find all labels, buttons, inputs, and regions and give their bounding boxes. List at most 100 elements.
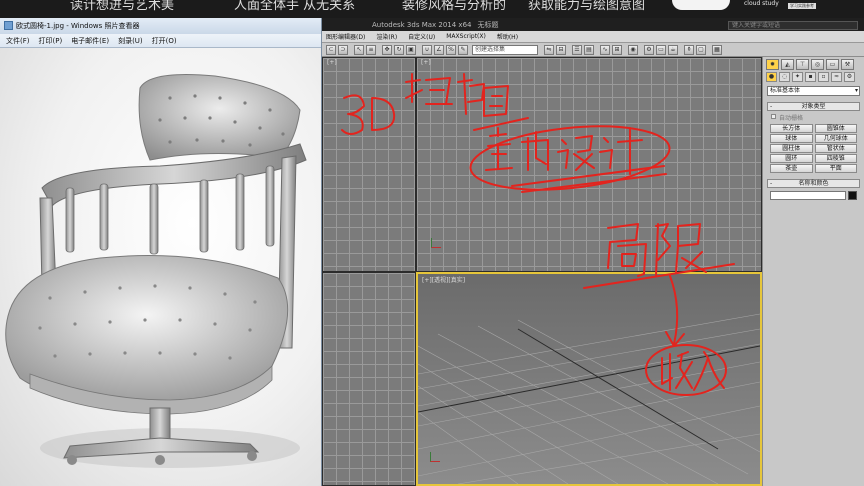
- object-type-header[interactable]: - 对象类型: [767, 102, 860, 111]
- object-type-rollout: - 对象类型 自动栅格 长方体 圆锥体 球体 几何球体 圆柱体 管状体 圆环 四…: [767, 102, 860, 173]
- unlink-icon[interactable]: ⊃: [338, 45, 348, 55]
- scene-explorer-icon[interactable]: ▦: [712, 45, 722, 55]
- viewport-perspective[interactable]: [+][透视][真实]: [416, 272, 762, 486]
- banner-text-2: 人面全体手 从无关系: [234, 0, 356, 13]
- schematic-view-icon[interactable]: ⊞: [612, 45, 622, 55]
- brand-logo: [672, 0, 730, 10]
- select-icon[interactable]: ↖: [354, 45, 364, 55]
- brand-name: cloud study: [744, 0, 779, 7]
- render-setup-icon[interactable]: ⚙: [644, 45, 654, 55]
- max-file-name: 无标题: [477, 20, 499, 29]
- systems-icon[interactable]: ⚙: [844, 72, 855, 82]
- object-color-swatch[interactable]: [848, 191, 857, 200]
- chair-render-image: [5, 74, 307, 468]
- viewport-top[interactable]: [+]: [322, 57, 416, 272]
- viewport-left[interactable]: [322, 272, 416, 486]
- rotate-icon[interactable]: ↻: [394, 45, 404, 55]
- cone-button[interactable]: 圆锥体: [814, 124, 857, 133]
- display-tab-icon[interactable]: ▭: [826, 59, 839, 70]
- angle-snap-icon[interactable]: ∠: [434, 45, 444, 55]
- category-dropdown[interactable]: 标准基本体 ▾: [767, 86, 860, 96]
- autogrid-checkbox[interactable]: 自动栅格: [767, 111, 860, 124]
- geosphere-button[interactable]: 几何球体: [814, 134, 857, 143]
- modify-tab-icon[interactable]: ◭: [781, 59, 794, 70]
- edit-named-sets-icon[interactable]: ✎: [458, 45, 468, 55]
- spacewarps-icon[interactable]: ≈: [831, 72, 842, 82]
- material-editor-icon[interactable]: ◉: [628, 45, 638, 55]
- menu-print[interactable]: 打印(P): [39, 36, 63, 46]
- cylinder-button[interactable]: 圆柱体: [770, 144, 813, 153]
- viewport-front-label[interactable]: [+]: [421, 59, 431, 66]
- curve-editor-icon[interactable]: ∿: [600, 45, 610, 55]
- create-tab-icon[interactable]: ✹: [766, 59, 779, 70]
- menu-email[interactable]: 电子邮件(E): [71, 36, 109, 46]
- max-search-input[interactable]: 键入关键字或短语: [728, 21, 858, 30]
- snap-icon[interactable]: ∪: [422, 45, 432, 55]
- chair-photo: [0, 48, 321, 486]
- menu-graph-editors[interactable]: 图形编辑器(D): [326, 32, 365, 41]
- hierarchy-tab-icon[interactable]: ⊤: [796, 59, 809, 70]
- layer-icon[interactable]: ☰: [572, 45, 582, 55]
- menu-rendering[interactable]: 渲染(R): [376, 32, 397, 41]
- axis-tripod-persp-icon: [430, 452, 440, 462]
- pyramid-button[interactable]: 四棱锥: [814, 154, 857, 163]
- menu-file[interactable]: 文件(F): [6, 36, 30, 46]
- render-frame-icon[interactable]: ▭: [656, 45, 666, 55]
- autogrid-label: 自动栅格: [779, 115, 804, 122]
- banner-text-1: 读计想进与艺术美: [70, 0, 175, 13]
- name-color-header[interactable]: - 名称和颜色: [767, 179, 860, 188]
- menu-help[interactable]: 帮助(H): [497, 32, 518, 41]
- percent-snap-icon[interactable]: %: [446, 45, 456, 55]
- shapes-icon[interactable]: ◌: [779, 72, 790, 82]
- max-titlebar[interactable]: Autodesk 3ds Max 2014 x64 无标题 键入关键字或短语: [322, 18, 864, 31]
- viewport-area: [+] [+] [+][透视][真实]: [322, 57, 762, 486]
- graphite-icon[interactable]: ▤: [584, 45, 594, 55]
- render-icon[interactable]: ☕: [668, 45, 678, 55]
- axis-tripod-icon: [431, 238, 441, 248]
- utilities-tab-icon[interactable]: ⚒: [841, 59, 854, 70]
- helpers-icon[interactable]: ▫: [818, 72, 829, 82]
- banner-text-4: 获取能力与绘图意图: [528, 0, 646, 13]
- teapot-button[interactable]: 茶壶: [770, 164, 813, 173]
- viewport-top-label[interactable]: [+]: [327, 59, 337, 66]
- teapot-icon[interactable]: ⚱: [684, 45, 694, 55]
- collapse-icon: -: [770, 180, 773, 187]
- lights-icon[interactable]: ✦: [792, 72, 803, 82]
- mirror-icon[interactable]: ⇋: [544, 45, 554, 55]
- sphere-button[interactable]: 球体: [770, 134, 813, 143]
- autogrid-checkbox-box[interactable]: [771, 114, 776, 119]
- plane-button[interactable]: 平面: [814, 164, 857, 173]
- menu-maxscript[interactable]: MAXScript(X): [446, 33, 486, 40]
- selection-set-dropdown[interactable]: 创建选择集: [472, 45, 538, 55]
- move-icon[interactable]: ✥: [382, 45, 392, 55]
- cameras-icon[interactable]: ▪: [805, 72, 816, 82]
- select-by-name-icon[interactable]: ≡: [366, 45, 376, 55]
- banner-text-3: 装修风格与分析的: [402, 0, 507, 13]
- viewport-perspective-label[interactable]: [+][透视][真实]: [422, 275, 465, 284]
- brand-subtitle: 学习实践参考: [788, 3, 816, 9]
- collapse-icon: -: [770, 103, 773, 110]
- motion-tab-icon[interactable]: ◎: [811, 59, 824, 70]
- link-icon[interactable]: ⊂: [326, 45, 336, 55]
- menu-customize[interactable]: 自定义(U): [408, 32, 435, 41]
- viewport-front[interactable]: [+]: [416, 57, 762, 272]
- menu-burn[interactable]: 刻录(U): [118, 36, 143, 46]
- name-color-row: [767, 191, 860, 200]
- perspective-grid: [418, 313, 760, 484]
- align-icon[interactable]: ⊟: [556, 45, 566, 55]
- name-color-rollout: - 名称和颜色: [767, 179, 860, 200]
- geometry-icon[interactable]: ●: [766, 72, 777, 82]
- photo-viewer-titlebar[interactable]: 欧式圆椅-1.jpg - Windows 照片查看器: [0, 18, 321, 34]
- object-name-input[interactable]: [770, 191, 846, 200]
- menu-open[interactable]: 打开(O): [152, 36, 177, 46]
- box-button[interactable]: 长方体: [770, 124, 813, 133]
- torus-button[interactable]: 圆环: [770, 154, 813, 163]
- chevron-down-icon: ▾: [854, 87, 858, 94]
- scale-icon[interactable]: ▣: [406, 45, 416, 55]
- screen-root: 读计想进与艺术美 人面全体手 从无关系 装修风格与分析的 获取能力与绘图意图 c…: [0, 0, 864, 486]
- object-type-title: 对象类型: [801, 103, 826, 110]
- viewport-icon[interactable]: ▢: [696, 45, 706, 55]
- photo-viewer-menubar: 文件(F) 打印(P) 电子邮件(E) 刻录(U) 打开(O): [0, 34, 321, 48]
- tube-button[interactable]: 管状体: [814, 144, 857, 153]
- create-subtabs: ● ◌ ✦ ▪ ▫ ≈ ⚙: [763, 71, 864, 84]
